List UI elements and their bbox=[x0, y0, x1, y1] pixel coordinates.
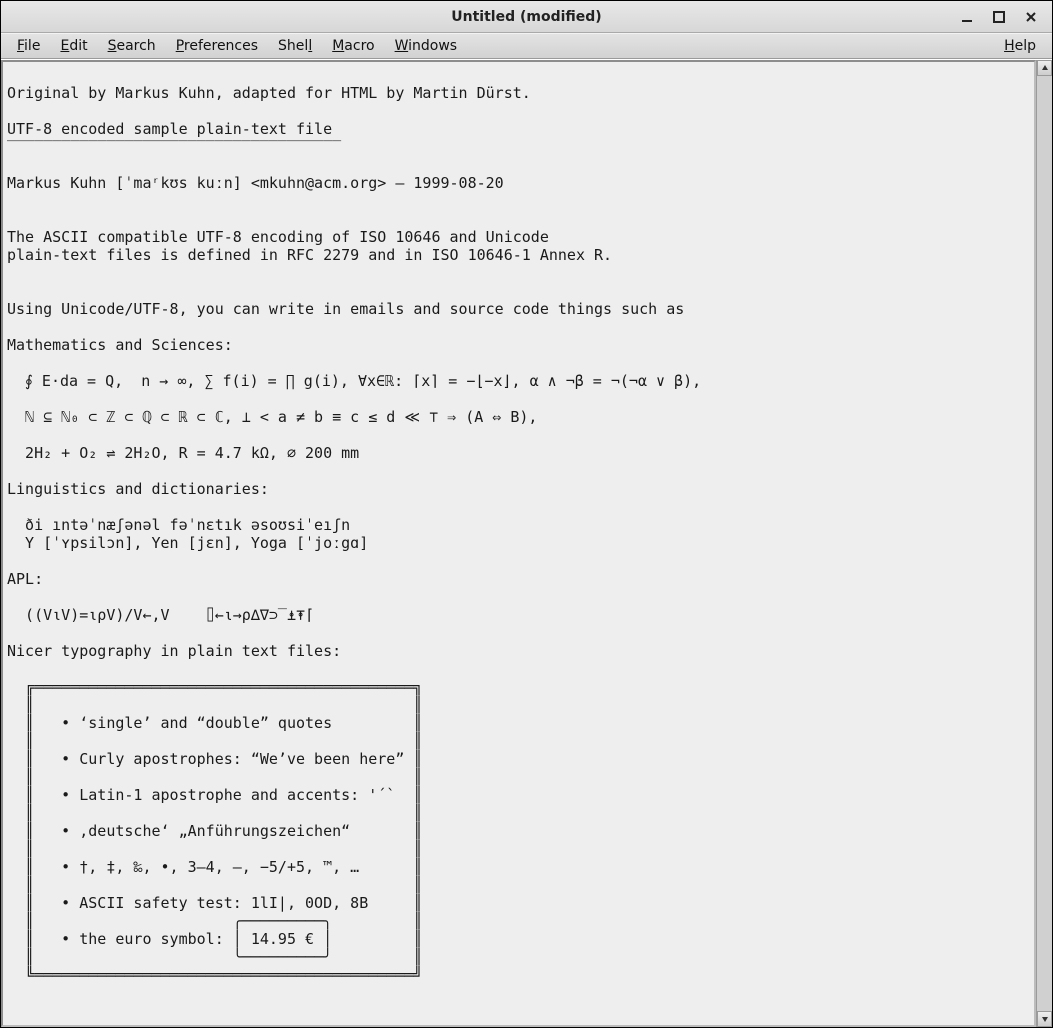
menu-file[interactable]: File bbox=[7, 35, 50, 57]
menu-shell[interactable]: Shell bbox=[268, 35, 322, 57]
app-window: Untitled (modified) File Edit Search Pre… bbox=[0, 0, 1053, 1028]
menubar: File Edit Search Preferences Shell Macro… bbox=[1, 33, 1052, 59]
menu-preferences[interactable]: Preferences bbox=[166, 35, 268, 57]
editor-viewport[interactable]: Original by Markus Kuhn, adapted for HTM… bbox=[1, 60, 1036, 1027]
scroll-track[interactable] bbox=[1037, 76, 1052, 1011]
scroll-up-button[interactable] bbox=[1037, 60, 1052, 76]
menu-search[interactable]: Search bbox=[98, 35, 166, 57]
window-controls bbox=[958, 1, 1046, 32]
menu-macro[interactable]: Macro bbox=[322, 35, 384, 57]
content-area: Original by Markus Kuhn, adapted for HTM… bbox=[1, 59, 1052, 1027]
editor-text[interactable]: Original by Markus Kuhn, adapted for HTM… bbox=[3, 62, 1034, 988]
titlebar: Untitled (modified) bbox=[1, 1, 1052, 33]
maximize-button[interactable] bbox=[990, 8, 1008, 26]
menu-edit[interactable]: Edit bbox=[50, 35, 97, 57]
menu-windows[interactable]: Windows bbox=[385, 35, 468, 57]
menu-help[interactable]: Help bbox=[994, 35, 1046, 57]
close-button[interactable] bbox=[1022, 8, 1040, 26]
vertical-scrollbar[interactable] bbox=[1036, 60, 1052, 1027]
menu-group-left: File Edit Search Preferences Shell Macro… bbox=[7, 35, 467, 57]
scroll-down-button[interactable] bbox=[1037, 1011, 1052, 1027]
window-title: Untitled (modified) bbox=[451, 9, 601, 25]
minimize-button[interactable] bbox=[958, 8, 976, 26]
